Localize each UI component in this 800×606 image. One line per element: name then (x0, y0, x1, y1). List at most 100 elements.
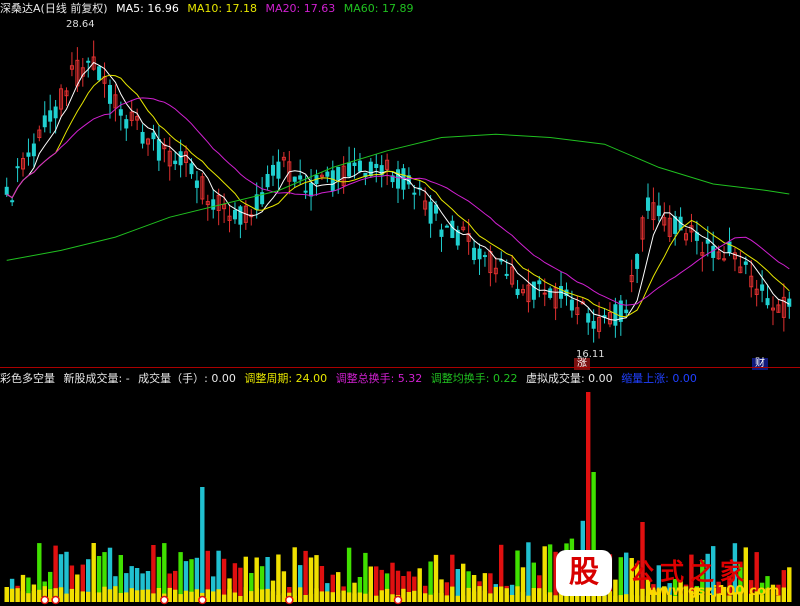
volume-bar (379, 569, 384, 602)
candle-body (10, 200, 15, 203)
volume-bar (37, 543, 42, 602)
candle-body (656, 205, 661, 217)
price-chart[interactable] (0, 0, 800, 368)
volume-bar-base (211, 591, 216, 602)
volume-bar-base (352, 593, 357, 602)
volume-bar (499, 544, 504, 602)
volume-bar (265, 557, 270, 602)
volume-bar-base (466, 587, 471, 602)
volume-bar (363, 552, 368, 602)
volume-bar-base (444, 595, 450, 602)
volume-bar-base (129, 588, 134, 602)
candle-body (537, 280, 542, 285)
volume-bar-base (259, 589, 265, 602)
volume-bar-base (145, 589, 151, 602)
candle-body (107, 84, 112, 104)
volume-bar-base (537, 588, 542, 602)
volume-bar-base (531, 588, 536, 602)
volume-bar-base (254, 588, 259, 602)
virtual-vol-label: 虚拟成交量: 0.00 (525, 372, 613, 385)
candle-body (254, 194, 259, 210)
volume-bar-base (189, 591, 194, 602)
volume-bar (384, 573, 390, 602)
volume-bar (194, 557, 200, 602)
volume-bar (509, 584, 515, 602)
volume-bar-base (363, 593, 368, 602)
volume-bar (20, 574, 26, 602)
high-price-label: 28.64 (66, 19, 95, 30)
candle-body (613, 304, 618, 326)
volume-bar (537, 575, 542, 602)
volume-bar (292, 547, 297, 602)
volume-bar-base (298, 587, 303, 602)
volume-bar (200, 487, 205, 602)
candle-body (26, 152, 31, 157)
watermark: 股 公式之家 www.gszj100.com (556, 550, 796, 604)
avg-turnover-label: 调整均换手: 0.22 (430, 372, 518, 385)
volume-bar (129, 566, 134, 602)
volume-bar-base (499, 586, 504, 602)
volume-bar-base (439, 593, 444, 602)
volume-bar (314, 555, 319, 602)
volume-bar (276, 554, 281, 602)
candle-body (151, 132, 156, 140)
finance-badge[interactable]: 财 (752, 358, 768, 370)
candle-body (298, 175, 303, 180)
volume-bar-base (341, 590, 346, 602)
volume-bar-base (308, 593, 314, 602)
volume-bar-base (319, 591, 325, 602)
candle-body (4, 186, 9, 195)
volume-bar (151, 545, 156, 602)
volume-bar (395, 570, 401, 602)
volume-bar (417, 568, 422, 602)
candle-body (374, 163, 379, 169)
volume-bar (58, 554, 64, 602)
volume-bar (330, 574, 335, 602)
volume-bar-base (292, 595, 297, 602)
volume-bar (270, 580, 276, 602)
volume-bar-base (151, 593, 156, 602)
indicator-title: 彩色多空量 (0, 372, 55, 385)
volume-bar-base (406, 592, 412, 602)
volume-bar-base (178, 594, 183, 602)
candle-body (178, 151, 183, 166)
adj-turnover-label: 调整总换手: 5.32 (335, 372, 423, 385)
volume-bar-base (69, 588, 75, 602)
volume-bar-base (504, 588, 509, 602)
candle-body (265, 174, 270, 188)
adj-period-label: 调整周期: 24.00 (244, 372, 328, 385)
volume-bar-base (140, 589, 145, 602)
volume-bar-base (461, 595, 466, 602)
volume-bar-base (124, 592, 129, 602)
candle-body (336, 166, 341, 181)
candle-body (624, 309, 629, 314)
volume-bar (352, 582, 357, 602)
volume-bar (336, 572, 341, 602)
candle-body (531, 281, 536, 300)
candle-body (412, 192, 417, 195)
volume-bar (113, 576, 118, 602)
volume-bar (357, 577, 363, 602)
candle-body (347, 162, 352, 177)
candle-body (292, 176, 297, 182)
volume-bar (173, 570, 178, 602)
volume-bar (504, 585, 509, 602)
volume-bar (227, 578, 232, 602)
candle-body (271, 164, 276, 176)
volume-bar-base (330, 592, 335, 602)
volume-bar-base (221, 594, 227, 602)
volume-bar-base (401, 588, 406, 602)
volume-bar-base (526, 595, 531, 602)
volume-bar (439, 579, 444, 602)
volume-bar-base (325, 591, 330, 602)
volume-bar (444, 582, 450, 602)
volume-bar-base (493, 587, 498, 602)
candle-body (569, 299, 574, 311)
volume-bar (80, 564, 85, 602)
volume-bar-base (156, 588, 162, 602)
volume-bar-base (37, 589, 42, 602)
volume-bar-base (134, 590, 140, 602)
limit-up-badge[interactable]: 涨 (574, 358, 590, 370)
candle-body (86, 60, 91, 63)
volume-bar (428, 561, 433, 602)
